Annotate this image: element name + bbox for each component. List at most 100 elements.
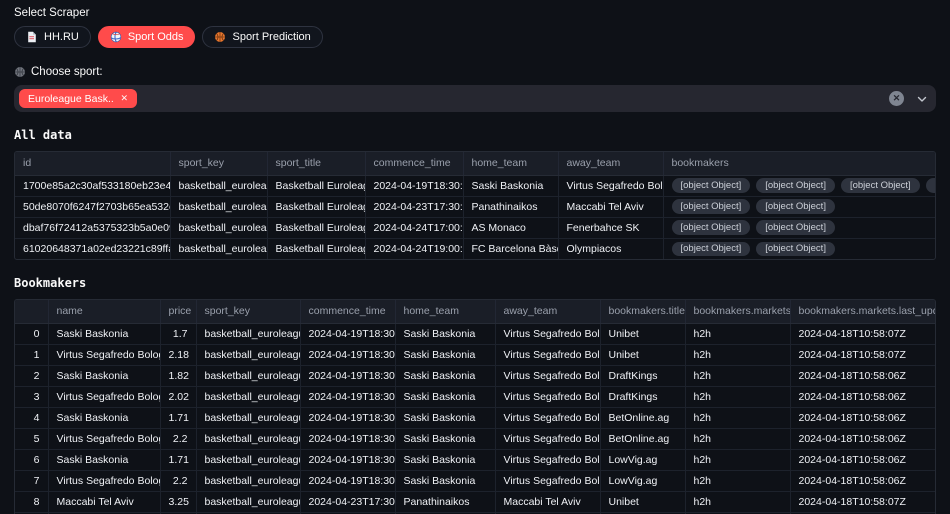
clear-all-icon[interactable]: ✕: [889, 91, 904, 106]
cell[interactable]: 2024-04-18T10:58:07Z: [790, 491, 935, 512]
pill-sport-prediction[interactable]: Sport Prediction: [202, 26, 322, 48]
cell[interactable]: 2024-04-19T18:30:00Z: [300, 323, 395, 344]
cell[interactable]: Basketball Euroleague: [267, 238, 365, 259]
pill-hhru[interactable]: HH.RU: [14, 26, 91, 48]
selected-sport-tag[interactable]: Euroleague Bask... ✕: [19, 89, 137, 108]
cell[interactable]: 2024-04-19T18:30:00Z: [365, 175, 463, 196]
cell[interactable]: 2024-04-18T10:58:06Z: [790, 449, 935, 470]
cell[interactable]: 2024-04-18T10:58:06Z: [790, 470, 935, 491]
cell[interactable]: basketball_euroleague: [170, 217, 267, 238]
cell[interactable]: Maccabi Tel Aviv: [495, 491, 600, 512]
sport-multiselect[interactable]: Euroleague Bask... ✕ ✕: [14, 85, 936, 112]
cell[interactable]: 2.2: [160, 470, 196, 491]
cell[interactable]: 2024-04-18T10:58:07Z: [790, 323, 935, 344]
cell[interactable]: 1.82: [160, 365, 196, 386]
cell[interactable]: Saski Baskonia: [395, 344, 495, 365]
cell[interactable]: Maccabi Tel Aviv: [48, 491, 160, 512]
column-header[interactable]: [15, 300, 48, 323]
cell[interactable]: Virtus Segafredo Bologna: [495, 428, 600, 449]
cell[interactable]: 4: [15, 407, 48, 428]
cell[interactable]: 2.18: [160, 344, 196, 365]
cell[interactable]: Saski Baskonia: [395, 365, 495, 386]
cell[interactable]: 2024-04-19T18:30:00Z: [300, 428, 395, 449]
cell[interactable]: Saski Baskonia: [395, 449, 495, 470]
cell[interactable]: Virtus Segafredo Bologna: [558, 175, 663, 196]
cell[interactable]: Saski Baskonia: [395, 386, 495, 407]
cell[interactable]: 2: [15, 365, 48, 386]
cell[interactable]: h2h: [685, 449, 790, 470]
cell[interactable]: Virtus Segafredo Bologna: [495, 365, 600, 386]
cell[interactable]: Fenerbahce SK: [558, 217, 663, 238]
cell[interactable]: basketball_euroleague: [196, 323, 300, 344]
cell[interactable]: BetOnline.ag: [600, 428, 685, 449]
column-header[interactable]: sport_key: [196, 300, 300, 323]
cell[interactable]: 2.02: [160, 386, 196, 407]
cell[interactable]: Virtus Segafredo Bologna: [48, 386, 160, 407]
cell[interactable]: Panathinaikos: [463, 196, 558, 217]
cell[interactable]: FC Barcelona Bàsquet: [463, 238, 558, 259]
cell[interactable]: h2h: [685, 365, 790, 386]
cell[interactable]: 7: [15, 470, 48, 491]
column-header[interactable]: away_team: [558, 152, 663, 175]
cell[interactable]: Saski Baskonia: [48, 365, 160, 386]
cell[interactable]: DraftKings: [600, 365, 685, 386]
cell[interactable]: 2024-04-23T17:30:00Z: [300, 491, 395, 512]
cell[interactable]: h2h: [685, 323, 790, 344]
column-header[interactable]: commence_time: [365, 152, 463, 175]
column-header[interactable]: bookmakers.title: [600, 300, 685, 323]
cell[interactable]: 1700e85a2c30af533180eb23e42cba33: [15, 175, 170, 196]
cell[interactable]: 2024-04-18T10:58:06Z: [790, 407, 935, 428]
cell[interactable]: [object Object][object Object]: [663, 238, 935, 259]
cell[interactable]: 6: [15, 449, 48, 470]
cell[interactable]: Olympiacos: [558, 238, 663, 259]
cell[interactable]: Virtus Segafredo Bologna: [48, 428, 160, 449]
cell[interactable]: LowVig.ag: [600, 449, 685, 470]
cell[interactable]: basketball_euroleague: [196, 491, 300, 512]
chevron-down-icon[interactable]: [916, 93, 928, 105]
cell[interactable]: 2024-04-19T18:30:00Z: [300, 386, 395, 407]
cell[interactable]: [object Object][object Object]: [663, 217, 935, 238]
cell[interactable]: Virtus Segafredo Bologna: [48, 344, 160, 365]
cell[interactable]: basketball_euroleague: [196, 344, 300, 365]
cell[interactable]: basketball_euroleague: [196, 470, 300, 491]
cell[interactable]: 2024-04-19T18:30:00Z: [300, 344, 395, 365]
cell[interactable]: Saski Baskonia: [395, 428, 495, 449]
cell[interactable]: LowVig.ag: [600, 470, 685, 491]
cell[interactable]: 1.71: [160, 407, 196, 428]
cell[interactable]: basketball_euroleague: [196, 386, 300, 407]
column-header[interactable]: sport_key: [170, 152, 267, 175]
cell[interactable]: Panathinaikos: [395, 491, 495, 512]
cell[interactable]: Unibet: [600, 344, 685, 365]
cell[interactable]: 2024-04-24T17:00:00Z: [365, 217, 463, 238]
cell[interactable]: 2024-04-19T18:30:00Z: [300, 365, 395, 386]
cell[interactable]: 2024-04-19T18:30:00Z: [300, 449, 395, 470]
cell[interactable]: h2h: [685, 491, 790, 512]
cell[interactable]: basketball_euroleague: [196, 407, 300, 428]
column-header[interactable]: commence_time: [300, 300, 395, 323]
cell[interactable]: Basketball Euroleague: [267, 175, 365, 196]
cell[interactable]: 3: [15, 386, 48, 407]
cell[interactable]: 1.71: [160, 449, 196, 470]
column-header[interactable]: bookmakers.markets.key: [685, 300, 790, 323]
cell[interactable]: 5: [15, 428, 48, 449]
cell[interactable]: [object Object][object Object]: [663, 196, 935, 217]
cell[interactable]: Saski Baskonia: [48, 323, 160, 344]
cell[interactable]: 2.2: [160, 428, 196, 449]
cell[interactable]: h2h: [685, 407, 790, 428]
cell[interactable]: basketball_euroleague: [196, 428, 300, 449]
cell[interactable]: Virtus Segafredo Bologna: [495, 386, 600, 407]
pill-sport-odds[interactable]: Sport Odds: [98, 26, 196, 48]
cell[interactable]: AS Monaco: [463, 217, 558, 238]
cell[interactable]: 2024-04-18T10:58:06Z: [790, 428, 935, 449]
cell[interactable]: 3.25: [160, 491, 196, 512]
cell[interactable]: 50de8070f6247f2703b65ea532e4043f: [15, 196, 170, 217]
cell[interactable]: 2024-04-23T17:30:00Z: [365, 196, 463, 217]
column-header[interactable]: bookmakers.markets.last_update: [790, 300, 935, 323]
column-header[interactable]: sport_title: [267, 152, 365, 175]
cell[interactable]: Unibet: [600, 491, 685, 512]
cell[interactable]: Virtus Segafredo Bologna: [495, 323, 600, 344]
cell[interactable]: Virtus Segafredo Bologna: [495, 344, 600, 365]
cell[interactable]: [object Object][object Object][object Ob…: [663, 175, 935, 196]
cell[interactable]: h2h: [685, 470, 790, 491]
cell[interactable]: BetOnline.ag: [600, 407, 685, 428]
